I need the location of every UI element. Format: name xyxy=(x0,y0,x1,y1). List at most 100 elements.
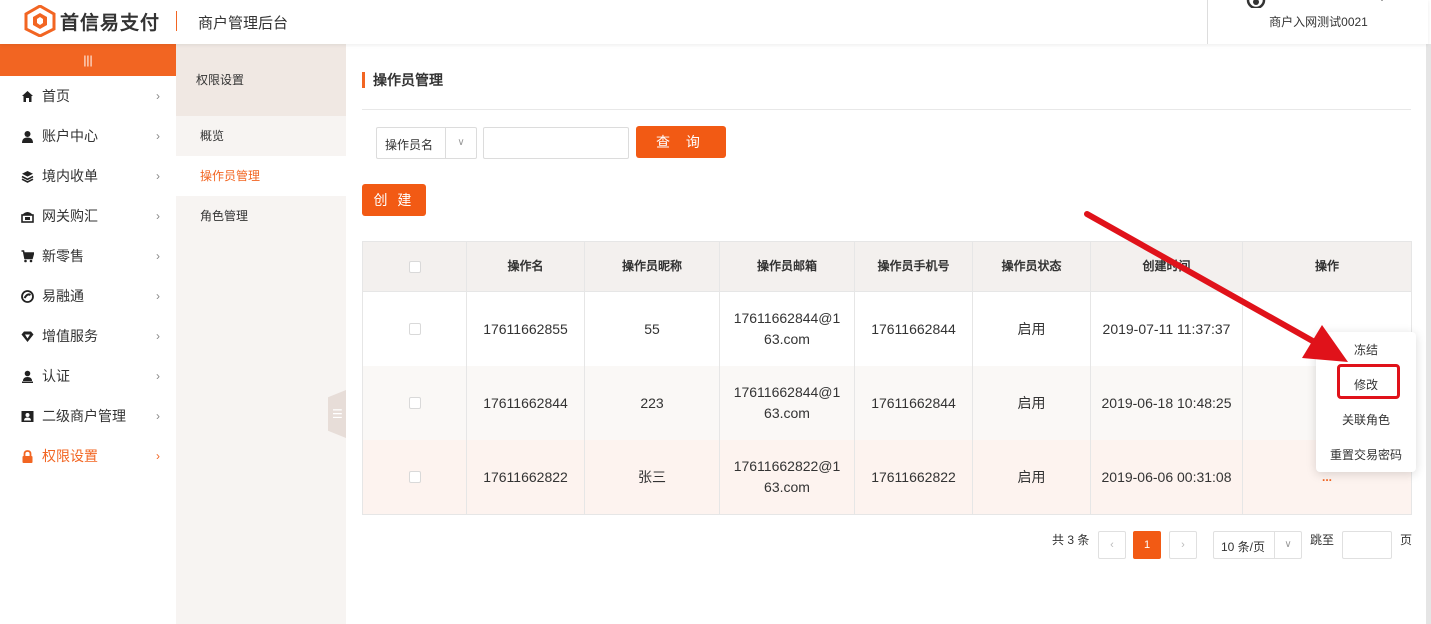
subnav-item-roles[interactable]: 角色管理 xyxy=(176,196,346,236)
sidebar-item-label: 认证 xyxy=(42,368,70,384)
vertical-scrollbar[interactable] xyxy=(1426,44,1431,624)
reset-password-menu-item[interactable]: 重置交易密码 xyxy=(1316,446,1416,463)
column-header: 操作名 xyxy=(467,242,585,291)
sidebar-item-label: 易融通 xyxy=(42,288,84,304)
row-checkbox-cell xyxy=(363,366,467,440)
sidebar-item-label: 首页 xyxy=(42,88,70,104)
cell-nick: 55 xyxy=(585,292,720,366)
cart-icon xyxy=(20,249,34,263)
cell-phone: 17611662844 xyxy=(855,292,973,366)
sidebar-collapse-button[interactable]: ||| xyxy=(0,44,176,76)
column-header: 创建时间 xyxy=(1091,242,1243,291)
chevron-right-icon: › xyxy=(156,449,160,463)
cell-status: 启用 xyxy=(973,366,1091,440)
sidebar-item-value-added[interactable]: 增值服务 › xyxy=(0,316,176,356)
sidebar-item-permissions[interactable]: 权限设置 › xyxy=(0,436,176,476)
system-title: 商户管理后台 xyxy=(198,15,289,32)
column-header: 操作员邮箱 xyxy=(720,242,855,291)
sub-navigation: 权限设置 概览 操作员管理 角色管理 xyxy=(176,44,346,624)
page-button-current[interactable]: 1 xyxy=(1133,531,1161,559)
page-suffix: 页 xyxy=(1400,533,1413,547)
cell-name: 17611662844 xyxy=(467,366,585,440)
person-icon xyxy=(20,369,34,383)
main-content: 操作员管理 操作员名 ∨ 查 询 创 建 操作名 操作员昵称 操作员邮箱 操作员… xyxy=(346,44,1426,624)
chevron-right-icon: › xyxy=(156,249,160,263)
cell-status: 启用 xyxy=(973,292,1091,366)
top-header: 首信易支付 商户管理后台 商户入网测试0021 xyxy=(0,0,1428,44)
jump-page-input[interactable] xyxy=(1342,531,1392,559)
column-header: 操作 xyxy=(1314,259,1339,273)
sidebar: ||| 首页 › 账户中心 › 境内收单 › 网关购汇 › 新零售 › 易融通 … xyxy=(0,44,176,624)
pagination-total: 共 3 条 xyxy=(1052,533,1090,547)
sidebar-item-label: 增值服务 xyxy=(42,328,98,344)
sidebar-item-home[interactable]: 首页 › xyxy=(0,76,176,116)
operator-table: 操作名 操作员昵称 操作员邮箱 操作员手机号 操作员状态 创建时间 操作 176… xyxy=(362,241,1412,515)
cell-phone: 17611662822 xyxy=(855,440,973,514)
table-header: 操作名 操作员昵称 操作员邮箱 操作员手机号 操作员状态 创建时间 操作 xyxy=(363,242,1411,292)
row-checkbox[interactable] xyxy=(408,323,421,335)
cell-nick: 223 xyxy=(585,366,720,440)
sidebar-item-sub-merchant[interactable]: 二级商户管理 › xyxy=(0,396,176,436)
cell-email: 17611662844@163.com xyxy=(720,366,855,440)
bank-icon xyxy=(20,209,34,223)
page-size-select[interactable]: 10 条/页 ∨ xyxy=(1213,531,1302,559)
home-icon xyxy=(20,89,34,103)
user-menu[interactable]: 商户入网测试0021 xyxy=(1207,0,1428,44)
sidebar-item-finance[interactable]: 易融通 › xyxy=(0,276,176,316)
freeze-menu-item[interactable]: 冻结 xyxy=(1316,341,1416,358)
next-page-button[interactable]: › xyxy=(1169,531,1197,559)
sidebar-item-retail[interactable]: 新零售 › xyxy=(0,236,176,276)
page-size-value: 10 条/页 xyxy=(1221,540,1266,554)
cell-email: 17611662844@163.com xyxy=(720,292,855,366)
table-row: 17611662822 张三 17611662822@163.com 17611… xyxy=(363,440,1411,514)
column-header: 操作员昵称 xyxy=(585,242,720,291)
chevron-right-icon: › xyxy=(156,169,160,183)
sidebar-item-acquiring[interactable]: 境内收单 › xyxy=(0,156,176,196)
subnav-toggle-handle[interactable]: ☰ xyxy=(328,390,346,438)
cell-name: 17611662855 xyxy=(467,292,585,366)
logo-mark-icon xyxy=(24,5,56,37)
subnav-item-operators[interactable]: 操作员管理 xyxy=(176,156,346,196)
logo[interactable]: 首信易支付 xyxy=(24,5,160,37)
sidebar-item-label: 境内收单 xyxy=(42,168,98,184)
sidebar-item-gateway[interactable]: 网关购汇 › xyxy=(0,196,176,236)
user-name: 商户入网测试0021 xyxy=(1269,15,1368,29)
cell-name: 17611662822 xyxy=(467,440,585,514)
table-row: 17611662844 223 17611662844@163.com 1761… xyxy=(363,366,1411,440)
cell-phone: 17611662844 xyxy=(855,366,973,440)
table-row: 17611662855 55 17611662844@163.com 17611… xyxy=(363,292,1411,366)
id-card-icon xyxy=(20,409,34,423)
diamond-icon xyxy=(20,329,34,343)
sidebar-item-label: 权限设置 xyxy=(42,448,98,464)
select-value: 操作员名 xyxy=(385,138,434,152)
finance-icon xyxy=(20,289,34,303)
create-button[interactable]: 创 建 xyxy=(362,184,426,216)
prev-page-button[interactable]: ‹ xyxy=(1098,531,1126,559)
search-input[interactable] xyxy=(483,127,629,159)
select-all-checkbox[interactable] xyxy=(408,260,421,273)
menu-lines-icon: ☰ xyxy=(332,407,343,421)
cell-status: 启用 xyxy=(973,440,1091,514)
chevron-down-icon: ∨ xyxy=(1274,532,1301,558)
row-checkbox[interactable] xyxy=(408,471,421,483)
chevron-right-icon: › xyxy=(156,209,160,223)
chevron-right-icon: › xyxy=(156,89,160,103)
assign-role-menu-item[interactable]: 关联角色 xyxy=(1316,411,1416,428)
column-header: 操作员手机号 xyxy=(855,242,973,291)
chevron-right-icon: › xyxy=(156,289,160,303)
caret-down-icon xyxy=(1376,0,1388,1)
sidebar-item-certification[interactable]: 认证 › xyxy=(0,356,176,396)
row-checkbox-cell xyxy=(363,440,467,514)
query-button[interactable]: 查 询 xyxy=(636,126,726,158)
chevron-right-icon: › xyxy=(156,329,160,343)
lock-icon xyxy=(20,449,34,463)
search-field-select[interactable]: 操作员名 ∨ xyxy=(376,127,477,159)
column-header: 操作员状态 xyxy=(973,242,1091,291)
title-divider xyxy=(362,109,1411,110)
cell-created: 2019-06-18 10:48:25 xyxy=(1091,366,1243,440)
sidebar-item-account[interactable]: 账户中心 › xyxy=(0,116,176,156)
chevron-right-icon: › xyxy=(156,369,160,383)
cell-nick: 张三 xyxy=(585,440,720,514)
row-checkbox[interactable] xyxy=(408,397,421,409)
subnav-item-overview[interactable]: 概览 xyxy=(176,116,346,156)
